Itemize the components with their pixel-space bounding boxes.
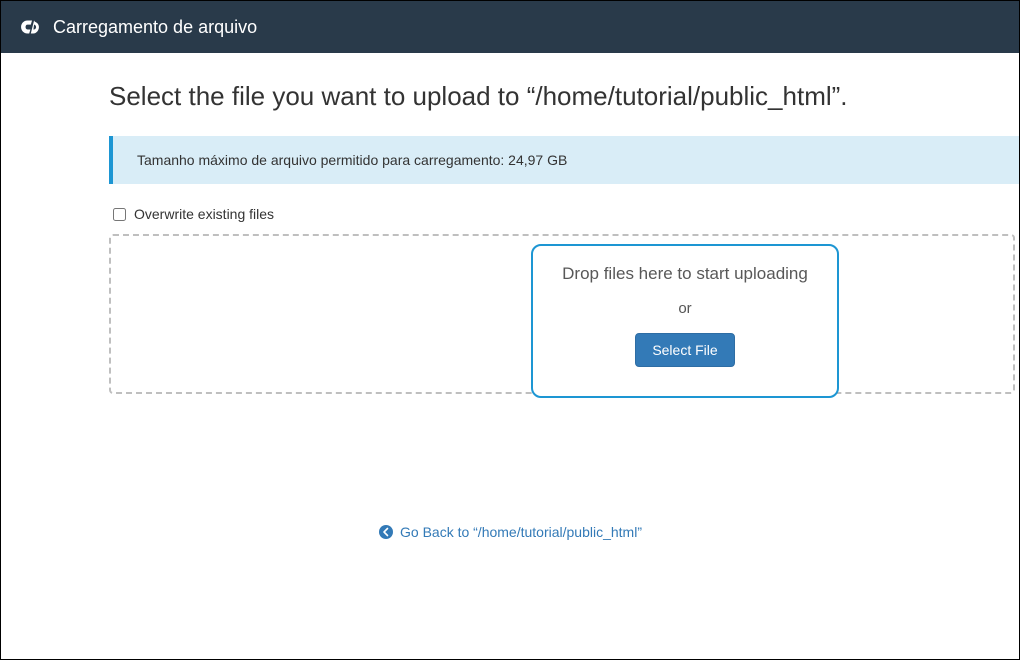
overwrite-row[interactable]: Overwrite existing files [113, 206, 1019, 222]
header-title: Carregamento de arquivo [53, 17, 257, 38]
arrow-left-circle-icon [378, 524, 394, 540]
overwrite-checkbox[interactable] [113, 208, 126, 221]
main-content: Select the file you want to upload to “/… [1, 53, 1019, 394]
dropzone[interactable]: Drop files here to start uploading or Se… [109, 234, 1015, 394]
go-back-label: Go Back to “/home/tutorial/public_html” [400, 524, 642, 540]
go-back-link[interactable]: Go Back to “/home/tutorial/public_html” [378, 524, 642, 540]
drop-or-label: or [678, 300, 691, 317]
cpanel-logo-icon [17, 14, 43, 40]
overwrite-label: Overwrite existing files [134, 206, 274, 222]
dropzone-highlight[interactable]: Drop files here to start uploading or Se… [531, 244, 839, 398]
max-size-banner: Tamanho máximo de arquivo permitido para… [109, 136, 1019, 184]
select-file-button[interactable]: Select File [635, 333, 734, 367]
app-header: Carregamento de arquivo [1, 1, 1019, 53]
drop-instruction: Drop files here to start uploading [562, 264, 808, 284]
page-title: Select the file you want to upload to “/… [109, 81, 1019, 112]
go-back-row: Go Back to “/home/tutorial/public_html” [0, 524, 1020, 545]
